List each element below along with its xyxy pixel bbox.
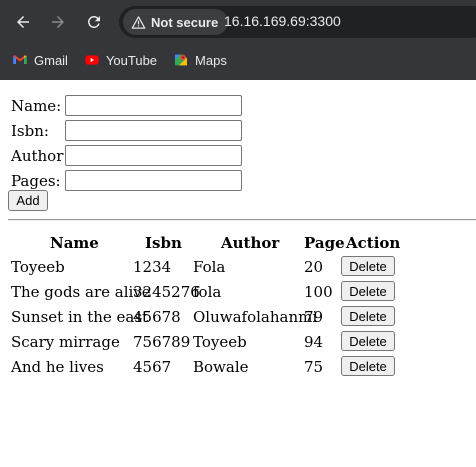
security-chip[interactable]: Not secure xyxy=(123,9,229,35)
bookmark-label: Maps xyxy=(195,52,227,68)
cell-name: The gods are alive xyxy=(11,283,151,301)
bookmark-maps[interactable]: Maps xyxy=(173,52,227,68)
address-bar[interactable]: Not secure 16.16.169.69:3300 xyxy=(119,6,476,38)
cell-page: 75 xyxy=(304,358,324,376)
cell-page: 100 xyxy=(304,283,333,301)
youtube-icon xyxy=(85,55,99,65)
header-name: Name xyxy=(50,234,99,252)
delete-button[interactable]: Delete xyxy=(341,331,395,351)
cell-name: Scary mirrage xyxy=(11,333,120,351)
cell-author: Oluwafolahanmi xyxy=(193,308,318,326)
bookmark-label: Gmail xyxy=(34,52,68,68)
divider xyxy=(8,219,476,221)
delete-button[interactable]: Delete xyxy=(341,356,395,376)
cell-author: Fola xyxy=(193,258,226,276)
name-input[interactable] xyxy=(65,95,242,116)
author-label: Author: xyxy=(11,147,69,165)
cell-author: Bowale xyxy=(193,358,249,376)
cell-name: Sunset in the east xyxy=(11,308,149,326)
arrow-left-icon xyxy=(17,16,29,28)
add-button[interactable]: Add xyxy=(8,190,48,211)
back-button[interactable] xyxy=(11,10,35,34)
browser-chrome: Not secure 16.16.169.69:3300 Gmail YouTu… xyxy=(0,0,476,80)
url-text[interactable]: 16.16.169.69:3300 xyxy=(224,13,341,29)
cell-isbn: 1234 xyxy=(133,258,172,276)
header-author: Author xyxy=(221,234,280,252)
cell-page: 20 xyxy=(304,258,324,276)
arrow-right-icon xyxy=(52,16,64,28)
isbn-input[interactable] xyxy=(65,120,242,141)
bookmarks-bar: Gmail YouTube Maps xyxy=(0,46,476,74)
cell-isbn: 3245276 xyxy=(133,283,200,301)
reload-button[interactable] xyxy=(82,10,106,34)
header-isbn: Isbn xyxy=(145,234,182,252)
cell-page: 79 xyxy=(304,308,324,326)
gmail-icon xyxy=(13,55,27,64)
header-page: Page xyxy=(304,234,345,252)
name-label: Name: xyxy=(11,97,62,115)
delete-button[interactable]: Delete xyxy=(341,306,395,326)
pages-input[interactable] xyxy=(65,170,242,191)
delete-button[interactable]: Delete xyxy=(341,256,395,276)
warning-icon xyxy=(131,15,146,29)
cell-isbn: 756789 xyxy=(133,333,191,351)
reload-icon xyxy=(87,15,100,28)
bookmark-gmail[interactable]: Gmail xyxy=(12,52,68,68)
cell-name: Toyeeb xyxy=(11,258,65,276)
cell-author: Toyeeb xyxy=(193,333,247,351)
security-label: Not secure xyxy=(151,14,219,30)
pages-label: Pages: xyxy=(11,172,61,190)
cell-page: 94 xyxy=(304,333,324,351)
cell-name: And he lives xyxy=(11,358,104,376)
maps-icon xyxy=(175,54,188,66)
bookmark-label: YouTube xyxy=(105,52,158,68)
header-action: Action xyxy=(346,234,401,252)
author-input[interactable] xyxy=(65,145,242,166)
bookmark-youtube[interactable]: YouTube xyxy=(84,52,157,68)
cell-author: fola xyxy=(193,283,222,301)
forward-button[interactable] xyxy=(46,10,70,34)
cell-isbn: 4567 xyxy=(133,358,172,376)
delete-button[interactable]: Delete xyxy=(341,281,395,301)
cell-isbn: 45678 xyxy=(133,308,181,326)
isbn-label: Isbn: xyxy=(11,122,49,140)
